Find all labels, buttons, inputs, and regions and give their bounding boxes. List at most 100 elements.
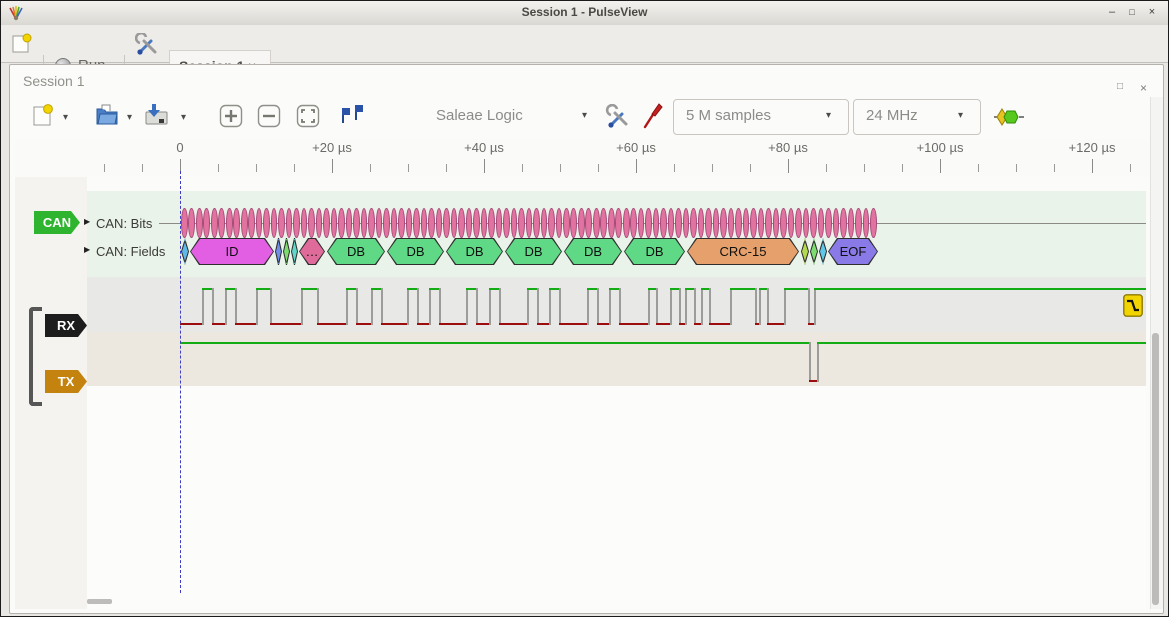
wave-segment <box>439 323 466 325</box>
wave-segment <box>499 323 527 325</box>
minimize-button[interactable]: – <box>1105 6 1119 20</box>
can-field-label: CRC-15 <box>688 239 798 264</box>
configure-device-wrench-icon[interactable] <box>605 104 631 130</box>
signal-tag-tx[interactable]: TX <box>45 370 87 393</box>
wave-edge <box>499 288 501 325</box>
wave-edge <box>587 288 589 325</box>
can-bit-annotation <box>705 208 712 238</box>
horizontal-scrollbar-handle[interactable] <box>87 599 112 604</box>
title-bar: Session 1 - PulseView – □ × <box>1 1 1168 26</box>
row-label-can-fields[interactable]: CAN: Fields <box>96 244 165 259</box>
can-field-annotation[interactable]: DB <box>387 238 444 265</box>
can-field-annotation[interactable]: DB <box>446 238 503 265</box>
sample-count-value: 5 M samples <box>686 107 771 124</box>
ruler-minor-tick <box>674 164 675 172</box>
can-bit-annotation <box>533 208 540 238</box>
can-field-annotation[interactable]: ID <box>190 238 274 265</box>
save-button[interactable] <box>143 103 171 127</box>
can-bit-annotation <box>810 208 817 238</box>
can-field-annotation[interactable]: CRC-15 <box>687 238 799 265</box>
dock-float-button[interactable]: □ <box>1117 81 1123 92</box>
wave-edge <box>685 288 687 325</box>
ruler-minor-tick <box>370 164 371 172</box>
wave-edge <box>549 288 551 325</box>
wave-edge <box>466 288 468 325</box>
new-file-button[interactable] <box>31 103 55 129</box>
can-bit-annotation <box>578 208 585 238</box>
ruler-major-tick <box>940 159 941 173</box>
wave-edge <box>609 288 611 325</box>
trace-view-background <box>87 386 1146 609</box>
wave-edge <box>694 288 696 325</box>
save-dropdown-arrow[interactable]: ▾ <box>181 112 186 123</box>
new-dropdown-arrow[interactable]: ▾ <box>63 112 68 123</box>
wave-edge <box>809 342 811 382</box>
add-decoder-icon[interactable] <box>994 108 1024 126</box>
dock-close-button[interactable]: × <box>1140 81 1147 95</box>
wave-edge <box>670 288 672 325</box>
can-bit-annotation <box>848 208 855 238</box>
wave-segment <box>559 323 587 325</box>
wave-segment <box>767 323 784 325</box>
trigger-flags-icon[interactable] <box>338 103 366 129</box>
signal-tag-rx[interactable]: RX <box>45 314 87 337</box>
can-bit-annotation <box>308 208 315 238</box>
close-button[interactable]: × <box>1145 6 1159 20</box>
wave-edge <box>346 288 348 325</box>
wave-segment <box>317 323 346 325</box>
wave-edge <box>767 288 769 325</box>
maximize-button[interactable]: □ <box>1125 6 1139 20</box>
zoom-in-button[interactable] <box>219 104 243 128</box>
open-file-button[interactable] <box>94 103 120 127</box>
sample-rate-combobox[interactable]: 24 MHz ▾ <box>853 99 981 135</box>
can-bit-annotation <box>428 208 435 238</box>
ruler-minor-tick <box>560 164 561 172</box>
can-field-annotation[interactable]: DB <box>624 238 685 265</box>
expander-icon[interactable]: ▶ <box>84 245 90 254</box>
expander-icon[interactable]: ▶ <box>84 217 90 226</box>
channels-probe-icon[interactable] <box>641 101 665 131</box>
channel-group-bracket[interactable] <box>29 307 42 406</box>
ruler-major-tick <box>788 159 789 173</box>
trigger-marker-falling-edge-icon[interactable] <box>1123 294 1143 317</box>
ruler-minor-tick <box>256 164 257 172</box>
open-dropdown-arrow[interactable]: ▾ <box>127 112 132 123</box>
can-field-annotation[interactable]: DB <box>564 238 622 265</box>
device-combobox[interactable]: Saleae Logic ▾ <box>436 101 601 133</box>
ruler-tick-label: +100 µs <box>917 140 964 155</box>
row-label-can-bits[interactable]: CAN: Bits <box>96 216 152 231</box>
can-bit-annotation <box>278 208 285 238</box>
can-bit-annotation <box>383 208 390 238</box>
ruler-tick-label: +120 µs <box>1069 140 1116 155</box>
zoom-fit-button[interactable] <box>296 104 320 128</box>
sample-count-combobox[interactable]: 5 M samples ▾ <box>673 99 849 135</box>
wave-segment <box>537 323 549 325</box>
can-bit-annotation <box>211 208 218 238</box>
can-bit-annotation <box>593 208 600 238</box>
ruler-minor-tick <box>902 164 903 172</box>
can-field-annotation[interactable]: DB <box>327 238 385 265</box>
can-bit-annotation <box>248 208 255 238</box>
can-bit-annotation <box>293 208 300 238</box>
wave-edge <box>656 288 658 325</box>
zoom-out-button[interactable] <box>257 104 281 128</box>
can-bit-annotation <box>181 208 188 238</box>
can-field-label: DB <box>565 239 621 264</box>
wave-edge <box>814 288 816 325</box>
wave-edge <box>476 288 478 325</box>
settings-wrench-icon[interactable] <box>135 33 159 57</box>
time-ruler[interactable]: 0+20 µs+40 µs+60 µs+80 µs+100 µs+120 µs <box>15 139 1161 177</box>
time-cursor-line[interactable] <box>180 171 181 593</box>
vertical-scrollbar-handle[interactable] <box>1152 333 1159 605</box>
can-bit-annotation <box>496 208 503 238</box>
wave-edge <box>381 288 383 325</box>
dock-title: Session 1 <box>23 73 84 89</box>
wave-segment <box>730 288 755 290</box>
can-bit-annotation <box>720 208 727 238</box>
wave-edge <box>784 288 786 325</box>
wave-edge <box>356 288 358 325</box>
can-field-annotation[interactable]: EOF <box>828 238 878 265</box>
decoder-tag-can[interactable]: CAN <box>34 211 80 234</box>
can-field-annotation[interactable]: DB <box>505 238 562 265</box>
new-session-button[interactable] <box>11 33 33 55</box>
